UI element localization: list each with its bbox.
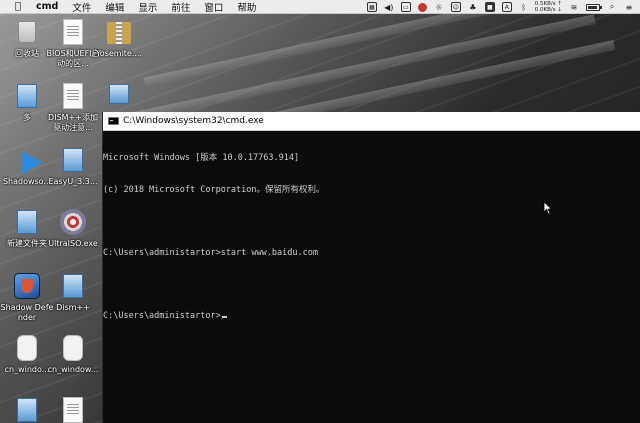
disc-image-icon: [14, 334, 40, 362]
recycle-bin-icon: [14, 18, 40, 46]
console-line: C:\Users\administartor>start www.baidu.c…: [103, 247, 318, 258]
desktop-icon-label: Shadowso...: [2, 177, 52, 186]
desktop-icon-easyu[interactable]: EasyU_3.3...: [46, 146, 100, 187]
document-icon: [60, 272, 86, 300]
desktop-icon-label: Yosemite....: [95, 49, 143, 58]
desktop-icon-label: EasyU_3.3...: [48, 177, 98, 186]
desktop-icon-label: Dism++: [56, 303, 90, 312]
desktop-icon-yosemite[interactable]: Yosemite....: [92, 18, 146, 59]
folder-icon: [14, 208, 40, 236]
disc-image-icon: [60, 334, 86, 362]
desktop-icon-cn-windows-2[interactable]: cn_window...: [46, 334, 100, 375]
menu-app-name[interactable]: cmd: [36, 1, 58, 12]
console-line: Microsoft Windows [版本 10.0.17763.914]: [103, 153, 300, 163]
download-speed: 0.0KB/s: [534, 7, 556, 13]
network-speed: 0.5KB/s ↑ 0.0KB/s ↓: [534, 1, 562, 13]
app-tray-icon[interactable]: ■: [484, 2, 495, 12]
qq-icon[interactable]: ♣: [468, 2, 478, 12]
desktop-icon-dism-plus[interactable]: Dism++: [46, 272, 100, 313]
mouse-pointer-icon: [543, 201, 553, 215]
apple-icon[interactable]: : [12, 1, 24, 12]
bluetooth-icon[interactable]: ᛒ: [519, 2, 529, 12]
menu-edit[interactable]: 编辑: [105, 0, 124, 14]
menu-window[interactable]: 窗口: [204, 0, 223, 14]
screen-icon[interactable]: ▭: [400, 2, 411, 12]
search-icon[interactable]: ⌕: [607, 2, 617, 12]
desktop-icon-label: DISM++添加驱动注意...: [48, 113, 98, 132]
font-icon[interactable]: A: [501, 2, 512, 12]
brightness-icon[interactable]: ☼: [434, 2, 444, 12]
console-prompt: C:\Users\administartor>: [103, 310, 221, 321]
menu-view[interactable]: 显示: [138, 0, 157, 14]
document-icon: [60, 396, 86, 423]
disc-icon: [60, 208, 86, 236]
document-icon: [60, 18, 86, 46]
cmd-console[interactable]: Microsoft Windows [版本 10.0.17763.914] (c…: [103, 131, 640, 342]
cmd-window[interactable]: C:\Windows\system32\cmd.exe Microsoft Wi…: [102, 112, 640, 423]
desktop-icon-label: cn_windo...: [4, 365, 50, 374]
console-prompt-line[interactable]: C:\Users\administartor>: [103, 311, 640, 322]
text-cursor: [221, 315, 227, 318]
archive-icon: [106, 18, 132, 46]
document-icon: [106, 82, 132, 110]
cmd-title-bar[interactable]: C:\Windows\system32\cmd.exe: [103, 112, 640, 131]
desktop-icon-label: UltraISO.exe: [48, 239, 98, 248]
shield-icon: [14, 272, 40, 300]
cmd-window-title: C:\Windows\system32\cmd.exe: [123, 116, 264, 126]
menu-help[interactable]: 帮助: [237, 0, 256, 14]
desktop-icon-bottom-2[interactable]: [46, 396, 100, 423]
desktop-icon-label: 多: [23, 113, 31, 122]
document-icon: [14, 82, 40, 110]
desktop-icon-label: 新建文件夹: [7, 239, 47, 248]
document-icon: [60, 146, 86, 174]
finder-icon[interactable]: ☺: [450, 2, 461, 12]
volume-icon[interactable]: ◀): [384, 2, 394, 12]
desktop-icon-ultraiso[interactable]: UltraISO.exe: [46, 208, 100, 249]
menu-file[interactable]: 文件: [72, 0, 91, 14]
terminal-icon: [108, 117, 119, 125]
status-tray: ▦ ◀) ▭ ☼ ☺ ♣ ■ A ᛒ 0.5KB/s ↑ 0.0KB/s ↓ ≋…: [360, 0, 640, 14]
document-icon: [14, 396, 40, 423]
paper-plane-icon: [11, 145, 43, 175]
wifi-icon[interactable]: ≋: [569, 2, 579, 12]
control-center-icon[interactable]: ≡: [624, 2, 634, 12]
menu-go[interactable]: 前往: [171, 0, 190, 14]
calendar-icon[interactable]: ▦: [366, 2, 377, 12]
desktop-icon-label: cn_window...: [47, 365, 99, 374]
mac-menu-bar:  cmd 文件 编辑 显示 前往 窗口 帮助 ▦ ◀) ▭ ☼ ☺ ♣ ■ A…: [0, 0, 640, 14]
desktop-icon-partial[interactable]: [92, 82, 146, 113]
battery-icon[interactable]: [586, 3, 602, 11]
console-line: (c) 2018 Microsoft Corporation。保留所有权利。: [103, 184, 325, 195]
desktop-icon-label: 回收站: [15, 49, 39, 58]
document-icon: [60, 82, 86, 110]
record-icon[interactable]: [417, 2, 427, 12]
